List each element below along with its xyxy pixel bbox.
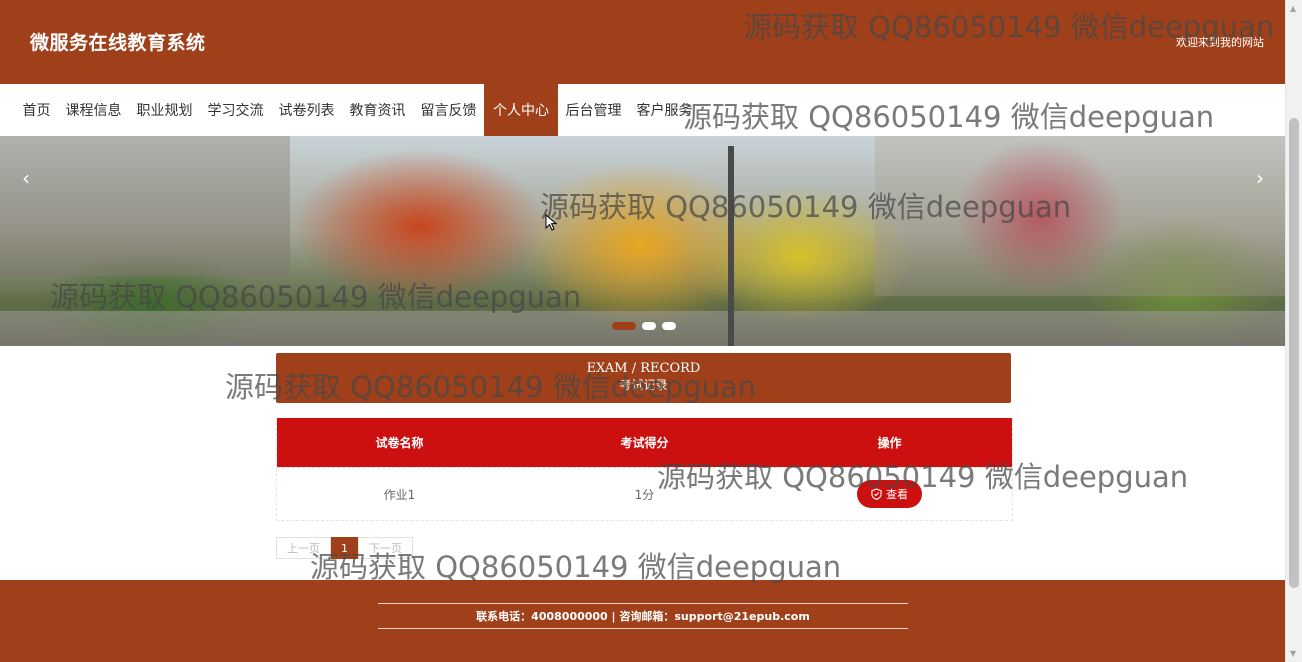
carousel-dot-3[interactable] [662, 322, 676, 330]
footer-divider-bottom [378, 628, 908, 629]
carousel-dot-1[interactable] [612, 322, 636, 330]
cell-action: 查看 [767, 480, 1012, 508]
banner-lamp [728, 146, 734, 346]
chevron-left-icon[interactable]: ‹ [22, 166, 30, 190]
cell-score: 1分 [634, 487, 655, 502]
scroll-down-icon[interactable]: ▼ [1290, 649, 1296, 658]
nav-item-career[interactable]: 职业规划 [129, 84, 200, 136]
nav-item-feedback[interactable]: 留言反馈 [413, 84, 484, 136]
section-title-cn: 考试记录 [619, 378, 668, 392]
site-title[interactable]: 微服务在线教育系统 [30, 28, 206, 55]
view-button[interactable]: 查看 [857, 480, 922, 508]
column-header-action: 操作 [877, 436, 902, 450]
mouse-cursor-icon [545, 214, 557, 231]
pagination-next[interactable]: 下一页 [358, 537, 413, 559]
banner-carousel[interactable]: ‹ › [0, 136, 1286, 346]
nav-item-exams[interactable]: 试卷列表 [271, 84, 342, 136]
nav-item-courses[interactable]: 课程信息 [58, 84, 129, 136]
nav-item-service[interactable]: 客户服务 [629, 84, 700, 136]
column-header-score: 考试得分 [620, 436, 669, 450]
carousel-dot-2[interactable] [642, 322, 656, 330]
nav-item-profile[interactable]: 个人中心 [484, 84, 558, 136]
exam-record-table: 试卷名称 考试得分 操作 作业1 1分 查看 [276, 418, 1013, 521]
page-scrollbar[interactable]: ▲ ▼ [1285, 0, 1302, 662]
view-button-label: 查看 [886, 488, 908, 501]
banner-building-right [875, 136, 1286, 296]
table-header: 试卷名称 考试得分 操作 [277, 418, 1012, 467]
pagination-page-1[interactable]: 1 [331, 537, 358, 559]
chevron-right-icon[interactable]: › [1256, 166, 1264, 190]
pagination-prev[interactable]: 上一页 [276, 537, 331, 559]
section-title: EXAM / RECORD 考试记录 [276, 353, 1011, 403]
pagination: 上一页 1 下一页 [276, 537, 413, 559]
site-header: 微服务在线教育系统 欢迎来到我的网站 [0, 0, 1286, 84]
main-nav: 首页 课程信息 职业规划 学习交流 试卷列表 教育资讯 留言反馈 个人中心 后台… [0, 84, 1286, 136]
carousel-dots [612, 322, 676, 330]
nav-item-admin[interactable]: 后台管理 [558, 84, 629, 136]
table-row: 作业1 1分 查看 [277, 467, 1012, 520]
cell-paper-name: 作业1 [383, 487, 416, 502]
section-title-en: EXAM / RECORD [586, 361, 701, 376]
column-header-paper: 试卷名称 [375, 436, 424, 450]
shield-check-icon [871, 488, 882, 500]
scroll-up-icon[interactable]: ▲ [1290, 4, 1296, 13]
page: 微服务在线教育系统 欢迎来到我的网站 首页 课程信息 职业规划 学习交流 试卷列… [0, 0, 1286, 662]
scroll-thumb[interactable] [1289, 118, 1299, 588]
nav-item-forum[interactable]: 学习交流 [200, 84, 271, 136]
footer-divider-top [378, 603, 908, 604]
banner-building-left [0, 136, 290, 276]
welcome-text: 欢迎来到我的网站 [1176, 36, 1264, 49]
nav-item-home[interactable]: 首页 [15, 84, 58, 136]
footer-contact: 联系电话：4008000000 | 咨询邮箱：support@21epub.co… [476, 610, 810, 623]
site-footer: 联系电话：4008000000 | 咨询邮箱：support@21epub.co… [0, 580, 1286, 662]
nav-item-news[interactable]: 教育资讯 [342, 84, 413, 136]
